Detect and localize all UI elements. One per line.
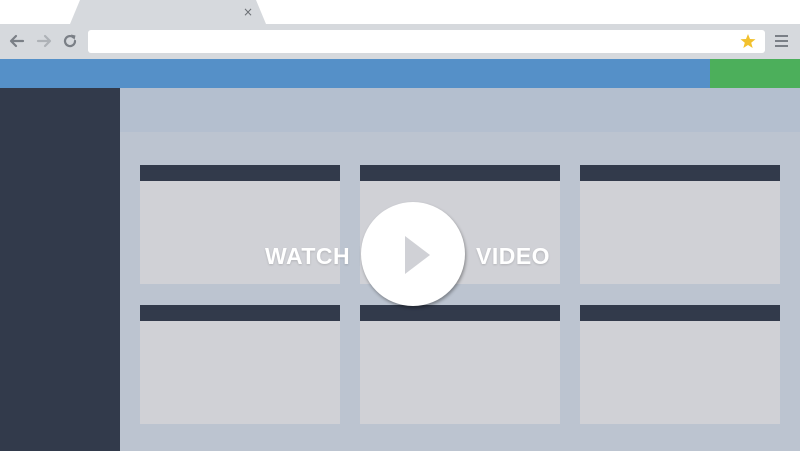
app-header-bar	[0, 59, 710, 88]
card	[360, 305, 560, 424]
watch-label: WATCH	[265, 243, 351, 269]
content-subheader	[120, 88, 800, 132]
address-bar[interactable]	[88, 30, 765, 53]
card-header	[580, 305, 780, 321]
card-header	[580, 165, 780, 181]
browser-tab[interactable]	[70, 0, 266, 24]
play-icon	[405, 236, 430, 274]
star-icon[interactable]	[739, 31, 757, 51]
video-label: VIDEO	[476, 243, 551, 269]
hamburger-menu-icon[interactable]	[775, 35, 788, 47]
card	[580, 305, 780, 424]
sidebar	[0, 88, 120, 451]
card	[580, 165, 780, 284]
browser-toolbar	[0, 24, 800, 59]
card	[140, 305, 340, 424]
tab-strip: ×	[0, 0, 800, 24]
close-icon[interactable]: ×	[241, 5, 255, 19]
card-header	[140, 305, 340, 321]
play-video-button[interactable]	[361, 202, 465, 306]
reload-icon[interactable]	[61, 32, 79, 50]
forward-arrow-icon[interactable]	[35, 32, 53, 50]
back-arrow-icon[interactable]	[8, 32, 26, 50]
header-action-button[interactable]	[710, 59, 800, 88]
card-header	[140, 165, 340, 181]
card-header	[360, 165, 560, 181]
card-header	[360, 305, 560, 321]
